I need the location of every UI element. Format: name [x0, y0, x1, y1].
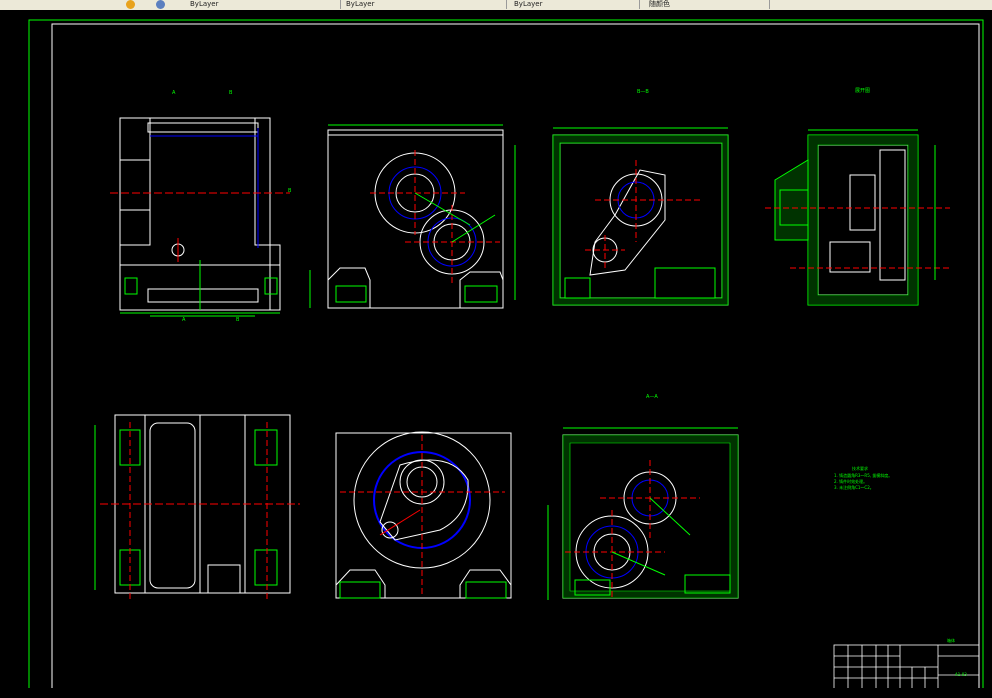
label-section-aa: A—A: [646, 394, 658, 400]
label-bb: B: [288, 188, 292, 194]
view-front: [110, 117, 290, 317]
title-block-number: A1-03: [955, 672, 967, 677]
view-section-aa: [547, 427, 739, 600]
view-top: [94, 414, 300, 600]
label-b1: B: [229, 90, 233, 96]
view-rear: [335, 431, 512, 599]
view-section-bb: [552, 127, 729, 306]
tech-req-title: 技术要求: [852, 466, 868, 471]
tech-req-line-1: 1. 铸造圆角R3～R5, 拔模斜度。: [834, 473, 893, 478]
tech-req-line-2: 2. 铸件时效处理。: [834, 479, 868, 484]
layer-icon[interactable]: [156, 0, 165, 9]
drawing-canvas[interactable]: A B A B B B—B 展开图 A—A 技术要求 1. 铸造圆角R3～R5,…: [0, 10, 992, 698]
plotstyle-dropdown[interactable]: 随颜色: [645, 0, 770, 9]
model-tab-strip: [0, 688, 992, 698]
linetype-dropdown[interactable]: ByLayer: [342, 0, 507, 9]
view-side-gears: [309, 124, 516, 309]
drawing-frame: [51, 23, 980, 690]
label-b2: B: [236, 317, 240, 323]
title-block: [833, 644, 980, 690]
view-expanded: [765, 129, 950, 306]
label-a2: A: [182, 317, 186, 323]
tech-req-line-3: 3. 未注倒角C1～C2。: [834, 485, 874, 490]
title-block-name: 箱体: [947, 638, 955, 643]
color-dropdown[interactable]: ByLayer: [186, 0, 341, 9]
cad-drawing: [28, 19, 984, 696]
label-a1: A: [172, 90, 176, 96]
label-side-view: 展开图: [855, 88, 871, 94]
lineweight-dropdown[interactable]: ByLayer: [510, 0, 640, 9]
color-icon[interactable]: [126, 0, 135, 9]
label-section-bb: B—B: [637, 89, 649, 95]
